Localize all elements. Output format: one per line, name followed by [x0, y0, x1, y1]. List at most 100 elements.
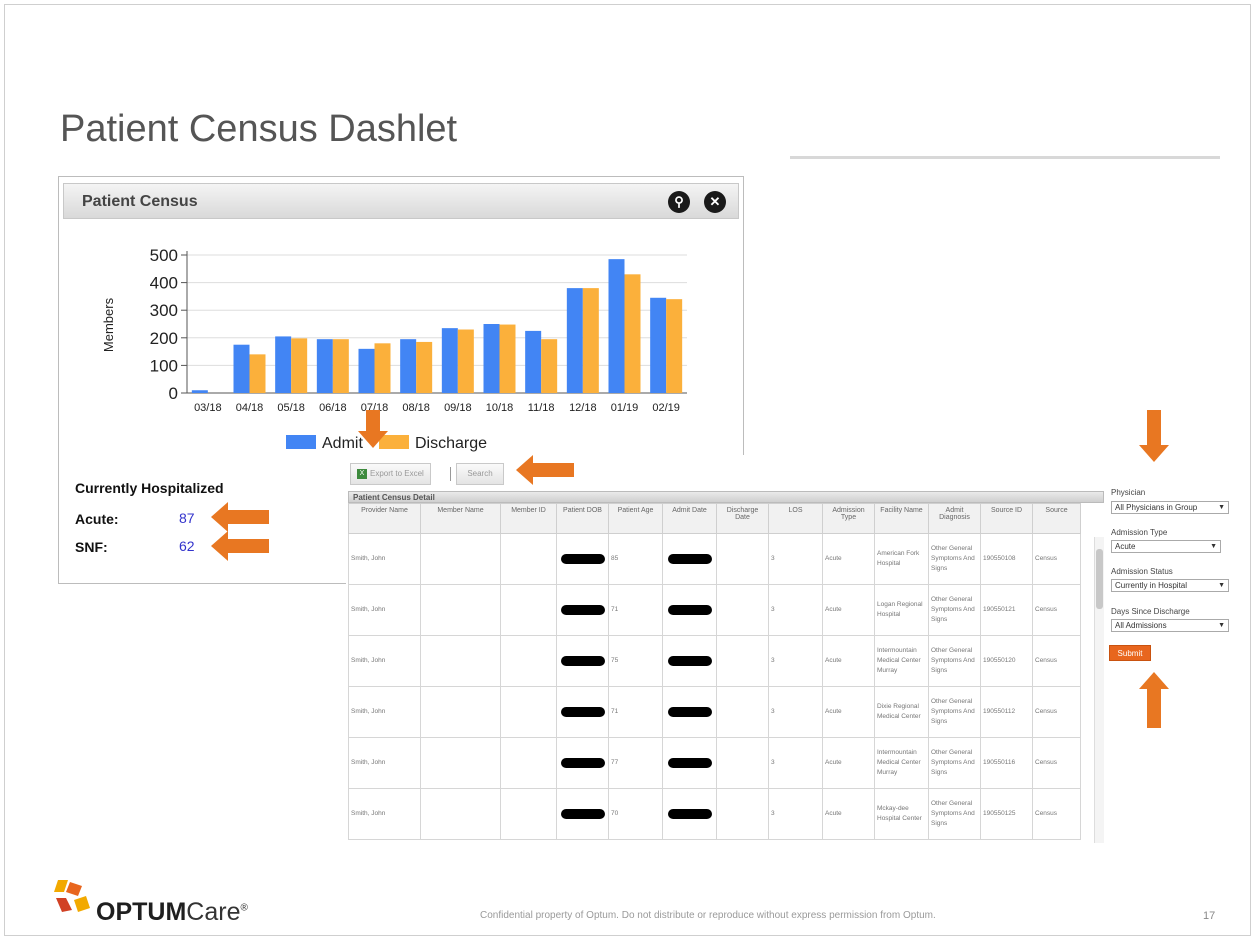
snf-value-link[interactable]: 62 — [179, 538, 195, 554]
physician-select[interactable]: All Physicians in Group ▼ — [1111, 501, 1229, 514]
table-row[interactable]: Smith, John 75 3 Acute Intermountain Medical… — [348, 635, 1081, 687]
bar-discharge — [416, 341, 433, 393]
admit-diagnosis-cell-text: Other General Symptoms And Signs — [931, 596, 975, 623]
arrow-search-icon — [516, 455, 574, 485]
source-cell-text: Census — [1035, 759, 1058, 766]
column-header[interactable]: Patient Age — [608, 503, 663, 534]
page-number: 17 — [1203, 910, 1216, 922]
source-cell: Census — [1032, 584, 1081, 636]
column-header[interactable]: Source ID — [980, 503, 1033, 534]
column-header[interactable]: Admit Diagnosis — [928, 503, 981, 534]
column-header[interactable]: Discharge Date — [716, 503, 769, 534]
member-name-cell — [420, 788, 501, 840]
optum-care-wordmark: OPTUMCare® — [96, 898, 248, 927]
export-to-excel-button[interactable]: X Export to Excel — [350, 463, 431, 485]
search-button[interactable]: Search — [456, 463, 504, 485]
submit-button[interactable]: Submit — [1109, 645, 1151, 661]
column-header[interactable]: Member ID — [500, 503, 557, 534]
column-header[interactable]: Provider Name — [348, 503, 421, 534]
patient-dob-cell — [556, 737, 609, 789]
facility-name-cell-text: Intermountain Medical Center Murray — [877, 749, 921, 776]
provider-name-cell: Smith, John — [348, 635, 421, 687]
table-row[interactable]: Smith, John 71 3 Acute Logan Regional Hospit… — [348, 584, 1081, 636]
column-header[interactable]: Admission Type — [822, 503, 875, 534]
x-tick-label: 05/18 — [277, 402, 305, 414]
facility-name-cell: Dixie Regional Medical Center — [874, 686, 929, 738]
patient-age-cell-text: 70 — [611, 810, 619, 817]
snf-label: SNF: — [75, 539, 108, 555]
grid-scrollbar[interactable] — [1094, 537, 1104, 843]
table-row[interactable]: Smith, John 70 3 Acute Mckay-dee Hospital Ce… — [348, 788, 1081, 840]
y-tick-label: 300 — [150, 301, 178, 320]
member-name-cell — [420, 533, 501, 585]
optum-logo-icon — [54, 880, 90, 912]
source-cell-text: Census — [1035, 606, 1058, 613]
patient-age-cell-text: 75 — [611, 657, 619, 664]
member-id-cell — [500, 584, 557, 636]
los-cell: 3 — [768, 584, 823, 636]
column-header[interactable]: Source — [1032, 503, 1081, 534]
x-tick-label: 06/18 — [319, 402, 347, 414]
days-since-discharge-value: All Admissions — [1115, 621, 1167, 630]
column-header[interactable]: Member Name — [420, 503, 501, 534]
admission-type-cell: Acute — [822, 635, 875, 687]
member-name-cell — [420, 635, 501, 687]
y-tick-label: 400 — [150, 274, 178, 293]
provider-name-cell-text: Smith, John — [351, 708, 386, 715]
bar-discharge — [541, 339, 558, 393]
source-id-cell-text: 190550125 — [983, 810, 1016, 817]
bar-admit — [275, 336, 292, 393]
table-row[interactable]: Smith, John 71 3 Acute Dixie Regional Medica… — [348, 686, 1081, 738]
bar-admit — [566, 288, 583, 393]
redaction-bar — [667, 809, 712, 819]
days-since-discharge-label: Days Since Discharge — [1111, 607, 1190, 616]
admit-diagnosis-cell: Other General Symptoms And Signs — [928, 686, 981, 738]
column-header[interactable]: Facility Name — [874, 503, 929, 534]
facility-name-cell-text: Mckay-dee Hospital Center — [877, 805, 922, 822]
days-since-discharge-select[interactable]: All Admissions ▼ — [1111, 619, 1229, 632]
y-axis-label: Members — [101, 297, 116, 352]
admit-date-cell — [662, 737, 717, 789]
column-header[interactable]: Admit Date — [662, 503, 717, 534]
column-header[interactable]: Patient DOB — [556, 503, 609, 534]
los-cell: 3 — [768, 686, 823, 738]
bar-admit — [483, 324, 500, 393]
admit-date-cell — [662, 686, 717, 738]
admission-status-select[interactable]: Currently in Hospital ▼ — [1111, 579, 1229, 592]
los-cell: 3 — [768, 635, 823, 687]
patient-age-cell-text: 77 — [611, 759, 619, 766]
x-tick-label: 01/19 — [611, 402, 639, 414]
arrow-down-physician-icon — [1139, 410, 1169, 462]
arrow-down-export-icon — [358, 410, 388, 448]
los-cell-text: 3 — [771, 606, 775, 613]
admission-status-label: Admission Status — [1111, 567, 1173, 576]
acute-value-link[interactable]: 87 — [179, 510, 195, 526]
redaction-bar — [667, 554, 712, 564]
bar-discharge — [582, 288, 599, 393]
redaction-bar — [667, 656, 712, 666]
redaction-bar — [560, 758, 605, 768]
table-row[interactable]: Smith, John 77 3 Acute Intermountain Medical… — [348, 737, 1081, 789]
column-header[interactable]: LOS — [768, 503, 823, 534]
source-id-cell-text: 190550108 — [983, 555, 1016, 562]
bar-admit — [441, 328, 458, 393]
table-row[interactable]: Smith, John 85 3 Acute American Fork Hospita… — [348, 533, 1081, 585]
bar-admit — [233, 344, 250, 393]
source-cell-text: Census — [1035, 555, 1058, 562]
arrow-snf-icon — [211, 531, 269, 561]
provider-name-cell: Smith, John — [348, 737, 421, 789]
scrollbar-thumb[interactable] — [1096, 549, 1103, 609]
provider-name-cell: Smith, John — [348, 533, 421, 585]
source-id-cell-text: 190550120 — [983, 657, 1016, 664]
admission-type-select[interactable]: Acute ▼ — [1111, 540, 1221, 553]
patient-age-cell: 77 — [608, 737, 663, 789]
admission-type-cell: Acute — [822, 788, 875, 840]
y-tick-label: 100 — [150, 356, 178, 375]
admit-diagnosis-cell-text: Other General Symptoms And Signs — [931, 800, 975, 827]
source-cell-text: Census — [1035, 708, 1058, 715]
admit-diagnosis-cell-text: Other General Symptoms And Signs — [931, 698, 975, 725]
provider-name-cell-text: Smith, John — [351, 606, 386, 613]
x-tick-label: 04/18 — [236, 402, 264, 414]
patient-age-cell-text: 71 — [611, 606, 619, 613]
member-id-cell — [500, 686, 557, 738]
